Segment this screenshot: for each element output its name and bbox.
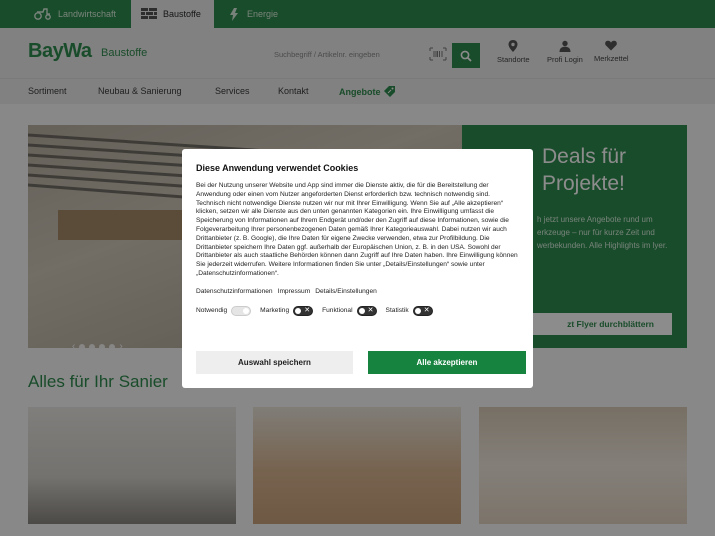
toggle-switch-notwendig [231,305,252,316]
close-icon: ✕ [423,306,430,314]
cookie-consent-dialog: Diese Anwendung verwendet Cookies Bei de… [182,149,533,388]
toggle-label: Statistik [385,307,409,315]
toggle-statistik: Statistik ✕ [385,305,433,316]
toggle-funktional: Funktional ✕ [322,305,377,316]
details-settings-link[interactable]: Details/Einstellungen [315,288,377,295]
toggle-marketing: Marketing ✕ [260,305,314,316]
toggle-notwendig: Notwendig [196,305,252,316]
cookie-dialog-title: Diese Anwendung verwendet Cookies [196,163,359,173]
privacy-info-link[interactable]: Datenschutzinformationen [196,288,273,295]
toggle-label: Marketing [260,307,290,315]
toggle-label: Funktional [322,307,353,315]
imprint-link[interactable]: Impressum [278,288,311,295]
cookie-dialog-actions: Auswahl speichern Alle akzeptieren [196,351,526,374]
toggle-switch-statistik[interactable]: ✕ [412,305,433,316]
close-icon: ✕ [367,306,374,314]
toggle-switch-funktional[interactable]: ✕ [356,305,377,316]
accept-all-button[interactable]: Alle akzeptieren [368,351,526,374]
toggle-switch-marketing[interactable]: ✕ [293,305,314,316]
toggle-label: Notwendig [196,307,228,315]
cookie-dialog-links: Datenschutzinformationen Impressum Detai… [196,288,519,295]
close-icon: ✕ [304,306,311,314]
save-selection-button[interactable]: Auswahl speichern [196,351,353,374]
cookie-category-toggles: Notwendig Marketing ✕ Funktional ✕ Stati… [196,305,519,316]
cookie-dialog-text: Bei der Nutzung unserer Website und App … [196,182,518,277]
